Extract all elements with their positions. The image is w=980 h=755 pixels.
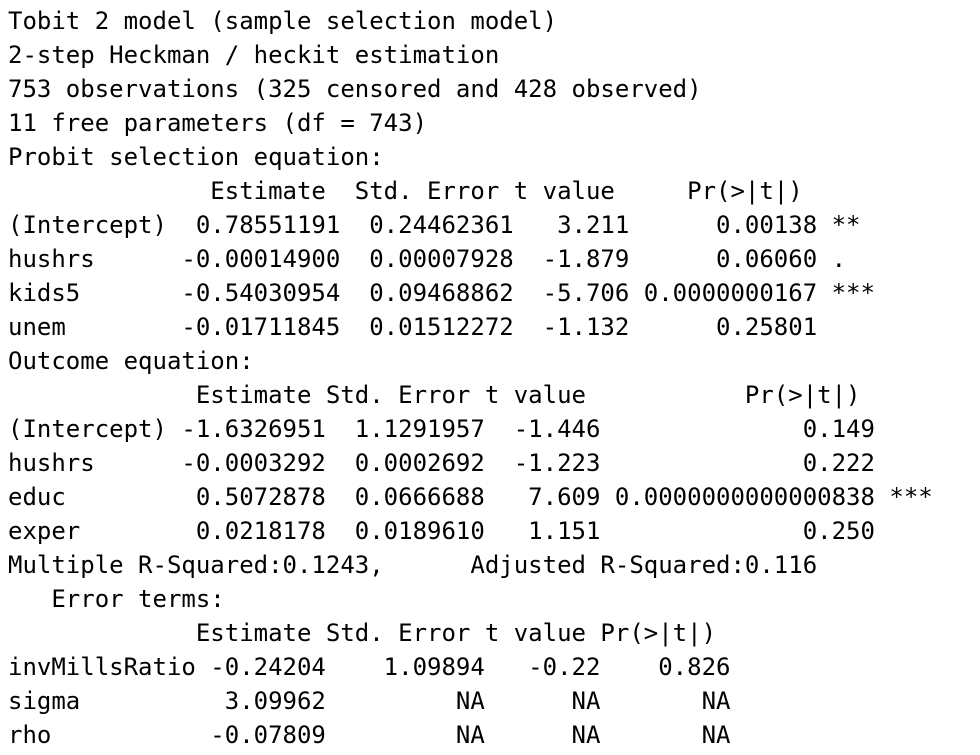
console-output: Tobit 2 model (sample selection model) 2… (0, 0, 980, 755)
outcome-row-exper: exper 0.0218178 0.0189610 1.151 0.250 (8, 517, 875, 545)
outcome-row-intercept: (Intercept) -1.6326951 1.1291957 -1.446 … (8, 415, 875, 443)
observations-line: 753 observations (325 censored and 428 o… (8, 75, 702, 103)
probit-row-intercept: (Intercept) 0.78551191 0.24462361 3.211 … (8, 211, 861, 239)
outcome-row-hushrs: hushrs -0.0003292 0.0002692 -1.223 0.222 (8, 449, 875, 477)
error-terms-table-header: Estimate Std. Error t value Pr(>|t|) (8, 619, 717, 647)
error-row-rho: rho -0.07809 NA NA NA (8, 721, 731, 749)
outcome-section-heading: Outcome equation: (8, 347, 254, 375)
probit-row-unem: unem -0.01711845 0.01512272 -1.132 0.258… (8, 313, 818, 341)
error-terms-heading: Error terms: (8, 585, 225, 613)
error-row-invmillsratio: invMillsRatio -0.24204 1.09894 -0.22 0.8… (8, 653, 731, 681)
free-parameters-line: 11 free parameters (df = 743) (8, 109, 428, 137)
probit-row-hushrs: hushrs -0.00014900 0.00007928 -1.879 0.0… (8, 245, 847, 273)
probit-table-header: Estimate Std. Error t value Pr(>|t|) (8, 177, 803, 205)
outcome-table-header: Estimate Std. Error t value Pr(>|t|) (8, 381, 861, 409)
r-squared-line: Multiple R-Squared:0.1243, Adjusted R-Sq… (8, 551, 818, 579)
probit-section-heading: Probit selection equation: (8, 143, 384, 171)
probit-row-kids5: kids5 -0.54030954 0.09468862 -5.706 0.00… (8, 279, 875, 307)
estimation-method-line: 2-step Heckman / heckit estimation (8, 41, 500, 69)
outcome-row-educ: educ 0.5072878 0.0666688 7.609 0.0000000… (8, 483, 933, 511)
error-row-sigma: sigma 3.09962 NA NA NA (8, 687, 731, 715)
model-title-line: Tobit 2 model (sample selection model) (8, 7, 558, 35)
